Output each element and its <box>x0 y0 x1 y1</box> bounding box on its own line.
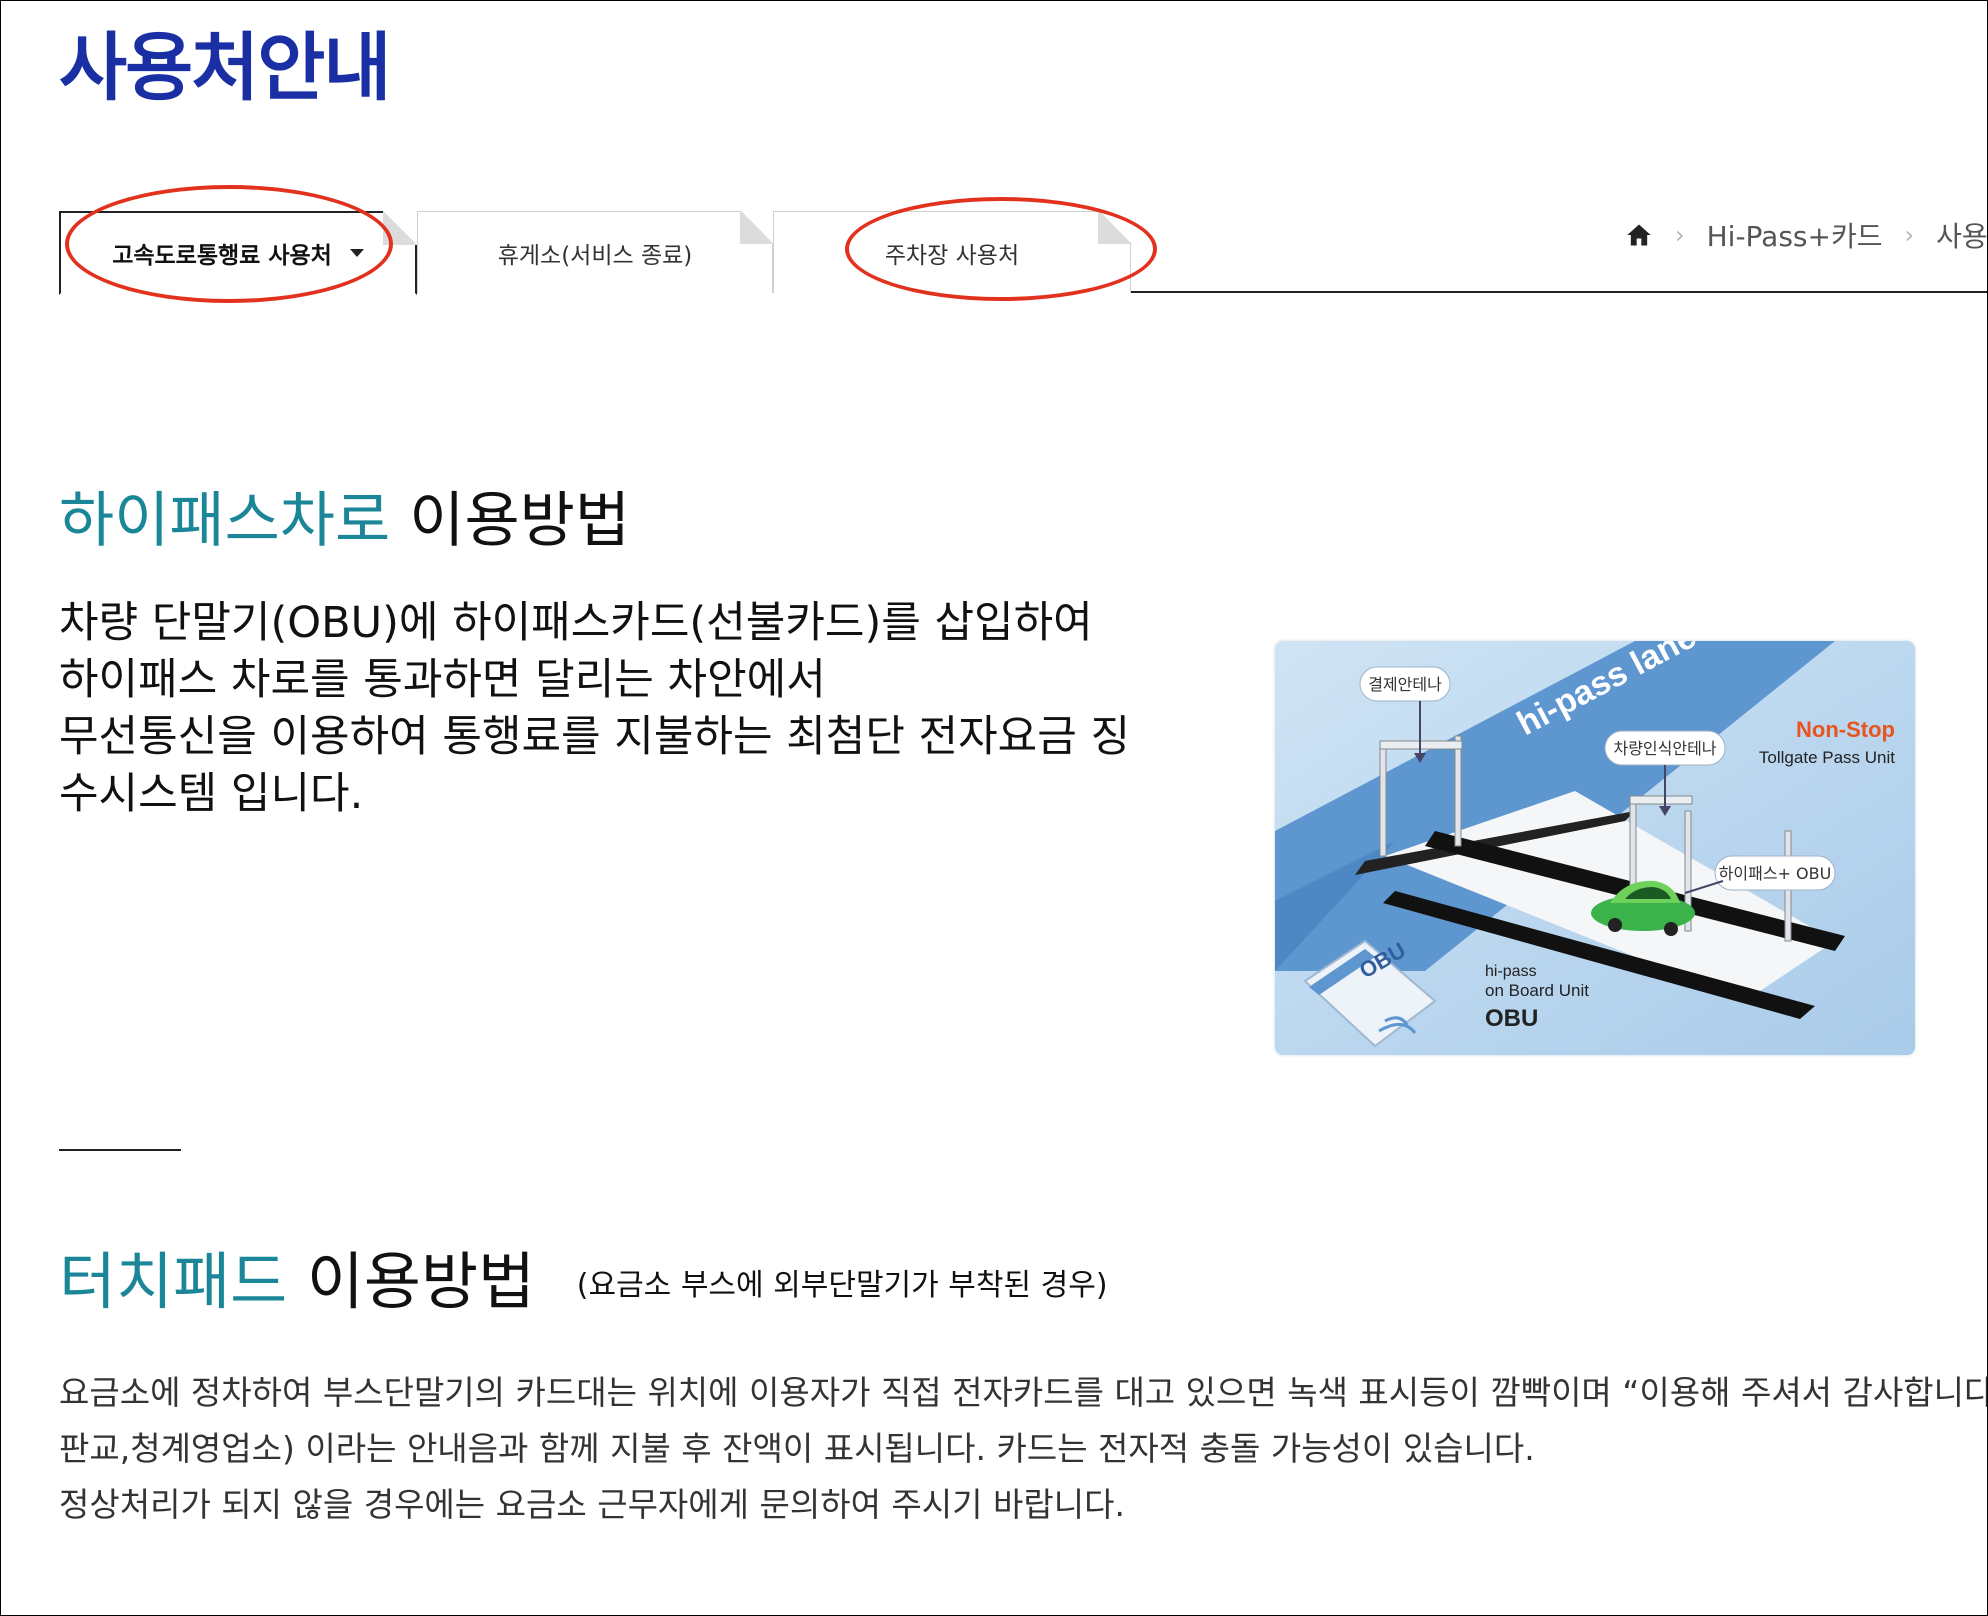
page-title: 사용처안내 <box>59 25 391 111</box>
chevron-right-icon: › <box>1675 221 1685 249</box>
body-line: 무선통신을 이용하여 통행료를 지불하는 최첨단 전자요금 징 <box>59 712 1131 762</box>
breadcrumb: › Hi-Pass+카드 › 사용처안내 <box>1625 215 1987 255</box>
section-heading-touchpad: 터치패드 이용방법 (요금소 부스에 외부단말기가 부착된 경우) <box>59 1251 1108 1313</box>
tab-label: 휴게소(서비스 종료) <box>497 242 693 269</box>
tab-parking[interactable]: 주차장 사용처 <box>773 210 1132 293</box>
callout-label: 결제안테나 <box>1368 675 1442 694</box>
tollgate-text: Tollgate Pass Unit <box>1759 748 1895 767</box>
tab-label: 고속도로통행료 사용처 <box>112 243 332 269</box>
heading-rest: 이용방법 <box>409 486 631 556</box>
section2-body: 요금소에 정차하여 부스단말기의 카드대는 위치에 이용자가 직접 전자카드를 … <box>59 1365 1988 1533</box>
tab-highway-toll[interactable]: 고속도로통행료 사용처 <box>59 211 417 295</box>
section1-body: 차량 단말기(OBU)에 하이패스카드(선불카드)를 삽입하여 하이패스 차로를… <box>59 595 1219 823</box>
body-line: 판교,청계영업소) 이라는 안내음과 함께 지불 후 잔액이 표시됩니다. 카드… <box>59 1429 1535 1468</box>
breadcrumb-item-hipass-card[interactable]: Hi-Pass+카드 <box>1707 215 1883 255</box>
obu-line3: OBU <box>1485 1005 1538 1032</box>
heading-highlight: 터치패드 <box>59 1245 288 1318</box>
non-stop-text: Non-Stop <box>1796 717 1895 742</box>
obu-line2: on Board Unit <box>1485 981 1589 1000</box>
tab-corner-fold <box>383 211 417 245</box>
tab-label: 주차장 사용처 <box>884 242 1020 269</box>
gantry-pole <box>1454 735 1462 847</box>
obu-line1: hi-pass <box>1485 963 1537 980</box>
chevron-right-icon: › <box>1904 221 1915 249</box>
section-divider <box>59 1149 181 1151</box>
heading-highlight: 하이패스차로 <box>59 486 391 556</box>
body-line: 차량 단말기(OBU)에 하이패스카드(선불카드)를 삽입하여 <box>59 598 1093 648</box>
hipass-lane-illustration: hi-pass lane 결제안테나 차량인식안테나 하이패스+ OBU Non… <box>1275 641 1915 1055</box>
heading-note: (요금소 부스에 외부단말기가 부착된 경우) <box>576 1267 1108 1303</box>
heading-rest: 이용방법 <box>306 1245 536 1318</box>
body-line: 요금소에 정차하여 부스단말기의 카드대는 위치에 이용자가 직접 전자카드를 … <box>59 1373 1988 1412</box>
page-frame: 사용처안내 고속도로통행료 사용처 휴게소(서비스 종료) 주차장 사용처 › … <box>0 0 1988 1616</box>
tab-corner-fold <box>740 210 774 244</box>
gantry-beam <box>1629 795 1693 805</box>
tab-corner-fold <box>1098 210 1132 244</box>
gantry-pole <box>1379 745 1387 857</box>
body-line: 수시스템 입니다. <box>59 769 364 819</box>
callout-label: 하이패스+ OBU <box>1719 864 1832 883</box>
home-icon[interactable] <box>1625 221 1653 249</box>
callout-label: 차량인식안테나 <box>1613 739 1716 758</box>
caret-down-icon[interactable] <box>349 249 364 257</box>
body-line: 하이패스 차로를 통과하면 달리는 차안에서 <box>59 655 826 705</box>
section-heading-hipass-lane: 하이패스차로 이용방법 <box>59 491 630 551</box>
body-line: 정상처리가 되지 않을 경우에는 요금소 근무자에게 문의하여 주시기 바랍니다… <box>59 1485 1125 1524</box>
tab-rest-area[interactable]: 휴게소(서비스 종료) <box>417 210 774 293</box>
breadcrumb-item-usage-guide[interactable]: 사용처안내 <box>1936 215 1987 255</box>
